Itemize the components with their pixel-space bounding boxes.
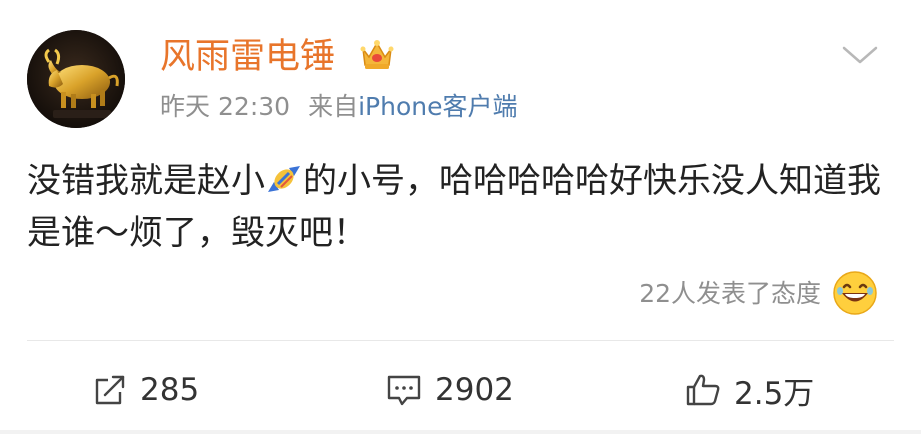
post-meta: 昨天 22:30 来自iPhone客户端	[160, 90, 517, 124]
post-text-part1: 没错我就是赵小	[27, 161, 265, 201]
thumbs-up-icon	[686, 374, 720, 406]
comment-button[interactable]: 2902	[385, 365, 514, 415]
weibo-post-card: 风雨雷电锤 昨天 22:30 来自iPhone客户端 没错我就是赵小 的小号，哈哈哈…	[0, 0, 921, 434]
golden-bull-avatar-image	[27, 30, 125, 128]
share-icon	[95, 375, 125, 405]
post-time: 22:30	[218, 92, 291, 121]
username[interactable]: 风雨雷电锤	[160, 36, 335, 78]
share-button[interactable]: 285	[92, 365, 199, 415]
chevron-down-icon[interactable]	[840, 42, 880, 68]
bottom-separator	[0, 430, 921, 434]
comment-icon	[387, 375, 421, 406]
laughing-emoji-icon[interactable]	[832, 270, 878, 316]
crown-icon[interactable]	[358, 35, 396, 73]
source-link[interactable]: iPhone客户端	[358, 92, 517, 121]
like-count: 2.5万	[734, 375, 815, 412]
avatar[interactable]	[27, 30, 125, 128]
comment-count: 2902	[435, 372, 514, 408]
post-content: 没错我就是赵小 的小号，哈哈哈哈哈好快乐没人知道我是谁～烦了，毁灭吧！	[27, 155, 897, 259]
post-date: 昨天	[160, 92, 211, 121]
actions-divider	[27, 340, 894, 341]
reactions-summary[interactable]: 22人发表了态度	[639, 276, 821, 312]
candy-icon	[268, 166, 300, 192]
source-prefix: 来自	[308, 92, 359, 121]
like-button[interactable]: 2.5万	[684, 365, 814, 415]
share-count: 285	[140, 372, 200, 408]
